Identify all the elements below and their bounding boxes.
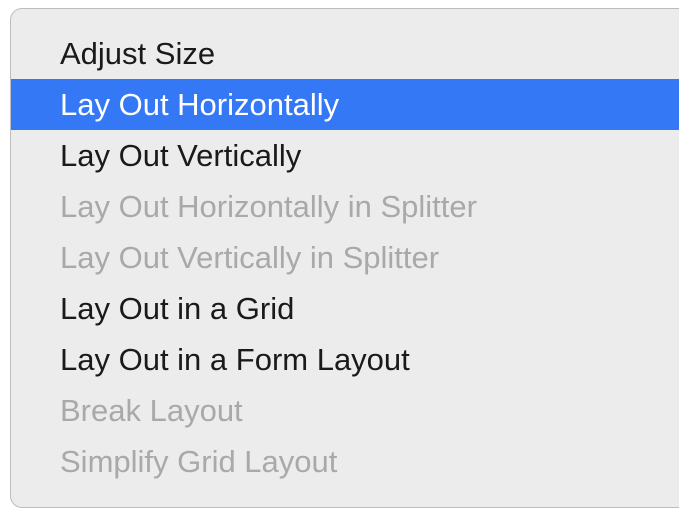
menu-item-lay-out-in-a-grid[interactable]: Lay Out in a Grid xyxy=(11,283,679,334)
menu-item-lay-out-vertically[interactable]: Lay Out Vertically xyxy=(11,130,679,181)
menu-item-lay-out-horizontally[interactable]: Lay Out Horizontally xyxy=(11,79,679,130)
menu-item-simplify-grid-layout: Simplify Grid Layout xyxy=(60,444,338,479)
context-menu: Adjust Size Lay Out Horizontally Lay Out… xyxy=(10,8,679,508)
menu-item-break-layout: Break Layout xyxy=(60,393,243,428)
menu-item-lay-out-in-a-form-layout[interactable]: Lay Out in a Form Layout xyxy=(11,334,679,385)
menu-item-adjust-size[interactable]: Adjust Size xyxy=(11,28,679,79)
menu-item-list: Adjust Size Lay Out Horizontally Lay Out… xyxy=(11,28,679,487)
menu-item-lay-out-horizontally-in-splitter: Lay Out Horizontally in Splitter xyxy=(60,189,477,224)
menu-item-lay-out-vertically-in-splitter: Lay Out Vertically in Splitter xyxy=(60,240,440,275)
